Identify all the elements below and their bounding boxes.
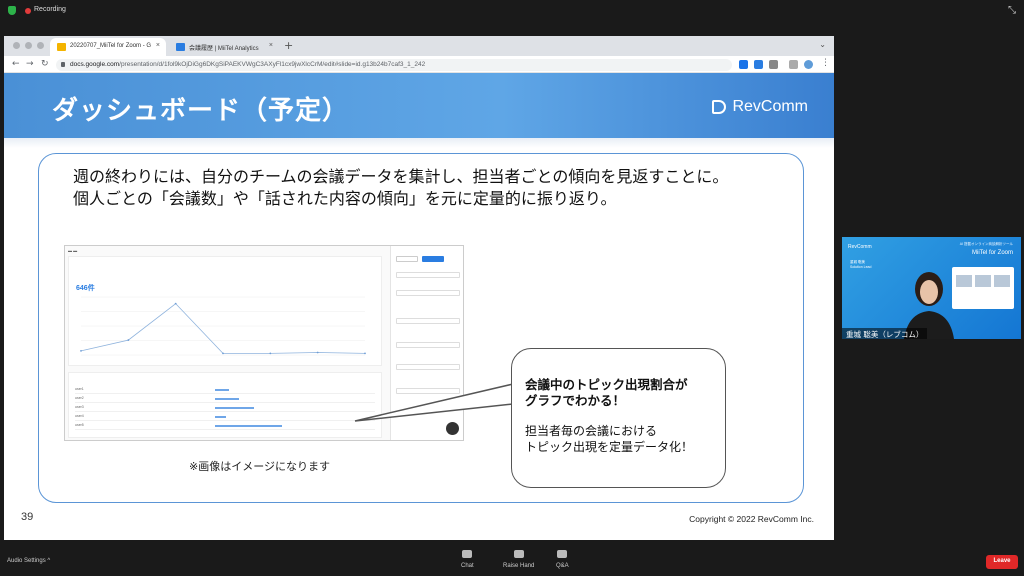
chevron-down-icon[interactable]: ⌄ xyxy=(819,40,826,49)
slide-header: ダッシュボード（予定） RevComm xyxy=(4,73,834,138)
back-icon[interactable]: ← xyxy=(12,59,20,69)
callout-bubble: 会議中のトピック出現割合が グラフでわかる！ 担当者毎の会議における トピック出… xyxy=(511,348,726,488)
address-bar: ← → ↻ docs.google.com/presentation/d/1fo… xyxy=(4,56,834,73)
slide-title: ダッシュボード（予定） xyxy=(52,96,350,126)
tab-title: 20220707_MiiTel for Zoom - G xyxy=(70,43,152,49)
shared-browser-window: 20220707_MiiTel for Zoom - G × 会議履歴 | Mi… xyxy=(4,36,834,540)
tab-analytics[interactable]: 会議履歴 | MiiTel Analytics × xyxy=(169,38,279,56)
meeting-toolbar: Audio Settings ^ Chat Raise Hand Q&A Lea… xyxy=(0,540,1024,576)
recording-dot-icon xyxy=(25,8,31,14)
chat-icon xyxy=(462,550,473,558)
callout-heading: 会議中のトピック出現割合が グラフでわかる！ xyxy=(525,377,688,408)
url-input[interactable]: docs.google.com/presentation/d/1fol9kOjD… xyxy=(56,59,732,71)
tile-brand: RevComm xyxy=(848,244,872,250)
puzzle-icon[interactable] xyxy=(769,60,778,69)
lock-icon xyxy=(61,62,65,67)
tab-title: 会議履歴 | MiiTel Analytics xyxy=(189,46,259,52)
brand-name: RevComm xyxy=(732,98,808,115)
tile-monitor-image xyxy=(952,267,1014,309)
raise-hand-label: Raise Hand xyxy=(503,563,535,569)
revcomm-mark-icon xyxy=(712,100,727,114)
participant-name: 重城 聡美（レブコム） xyxy=(842,328,928,339)
analytics-favicon-icon xyxy=(176,43,185,51)
audio-settings-button[interactable]: Audio Settings ^ xyxy=(7,558,50,564)
revcomm-logo: RevComm xyxy=(712,98,808,116)
close-tab-icon[interactable]: × xyxy=(269,42,273,49)
leave-button[interactable]: Leave xyxy=(986,555,1018,569)
avatar[interactable] xyxy=(804,60,813,69)
url-host: docs.google.com xyxy=(70,61,120,68)
copyright: Copyright © 2022 RevComm Inc. xyxy=(689,514,814,524)
exit-fullscreen-icon[interactable]: ⤡ xyxy=(1008,5,1016,16)
sidebar-icon[interactable] xyxy=(789,60,798,69)
tile-person-info: 重城 聡美 Solution Lead xyxy=(850,260,872,269)
tab-bar: 20220707_MiiTel for Zoom - G × 会議履歴 | Mi… xyxy=(4,36,834,56)
raise-hand-button[interactable]: Raise Hand xyxy=(503,550,534,569)
presentation-slide: ダッシュボード（予定） RevComm 週の終わりには、自分のチームの会議データ… xyxy=(4,73,834,540)
shield-icon xyxy=(8,6,16,15)
recording-strip: Recording ⤡ xyxy=(0,0,1024,22)
recording-label: Recording xyxy=(34,6,66,13)
forward-icon[interactable]: → xyxy=(26,59,34,69)
close-tab-icon[interactable]: × xyxy=(156,42,160,49)
content-frame: 週の終わりには、自分のチームの会議データを集計し、担当者ごとの傾向を見返すことに… xyxy=(38,153,804,503)
browser-menu-icon[interactable]: ⋮ xyxy=(821,58,830,68)
qa-label: Q&A xyxy=(556,563,569,569)
chat-label: Chat xyxy=(461,563,474,569)
page-number: 39 xyxy=(21,511,34,523)
qa-button[interactable]: Q&A xyxy=(556,550,569,569)
extension-icon[interactable] xyxy=(739,60,748,69)
chat-button[interactable]: Chat xyxy=(461,550,474,569)
window-controls[interactable] xyxy=(13,42,44,49)
qa-icon xyxy=(557,550,568,558)
callout-body: 担当者毎の会議における トピック出現を定量データ化！ xyxy=(525,424,694,454)
extension-icon[interactable] xyxy=(754,60,763,69)
url-path: /presentation/d/1fol9kOjDiGg6DKgSiPAEKVW… xyxy=(119,61,426,68)
tab-slides[interactable]: 20220707_MiiTel for Zoom - G × xyxy=(50,38,166,56)
participant-video[interactable]: RevComm AI 搭載オンライン商談解析ツール MiiTel for Zoo… xyxy=(842,237,1021,339)
hand-icon xyxy=(513,550,524,558)
slides-favicon-icon xyxy=(57,43,66,51)
new-tab-button[interactable]: + xyxy=(284,39,293,52)
reload-icon[interactable]: ↻ xyxy=(41,59,49,69)
tile-product: MiiTel for Zoom xyxy=(971,250,1013,256)
tile-subtitle: AI 搭載オンライン商談解析ツール xyxy=(959,242,1013,246)
